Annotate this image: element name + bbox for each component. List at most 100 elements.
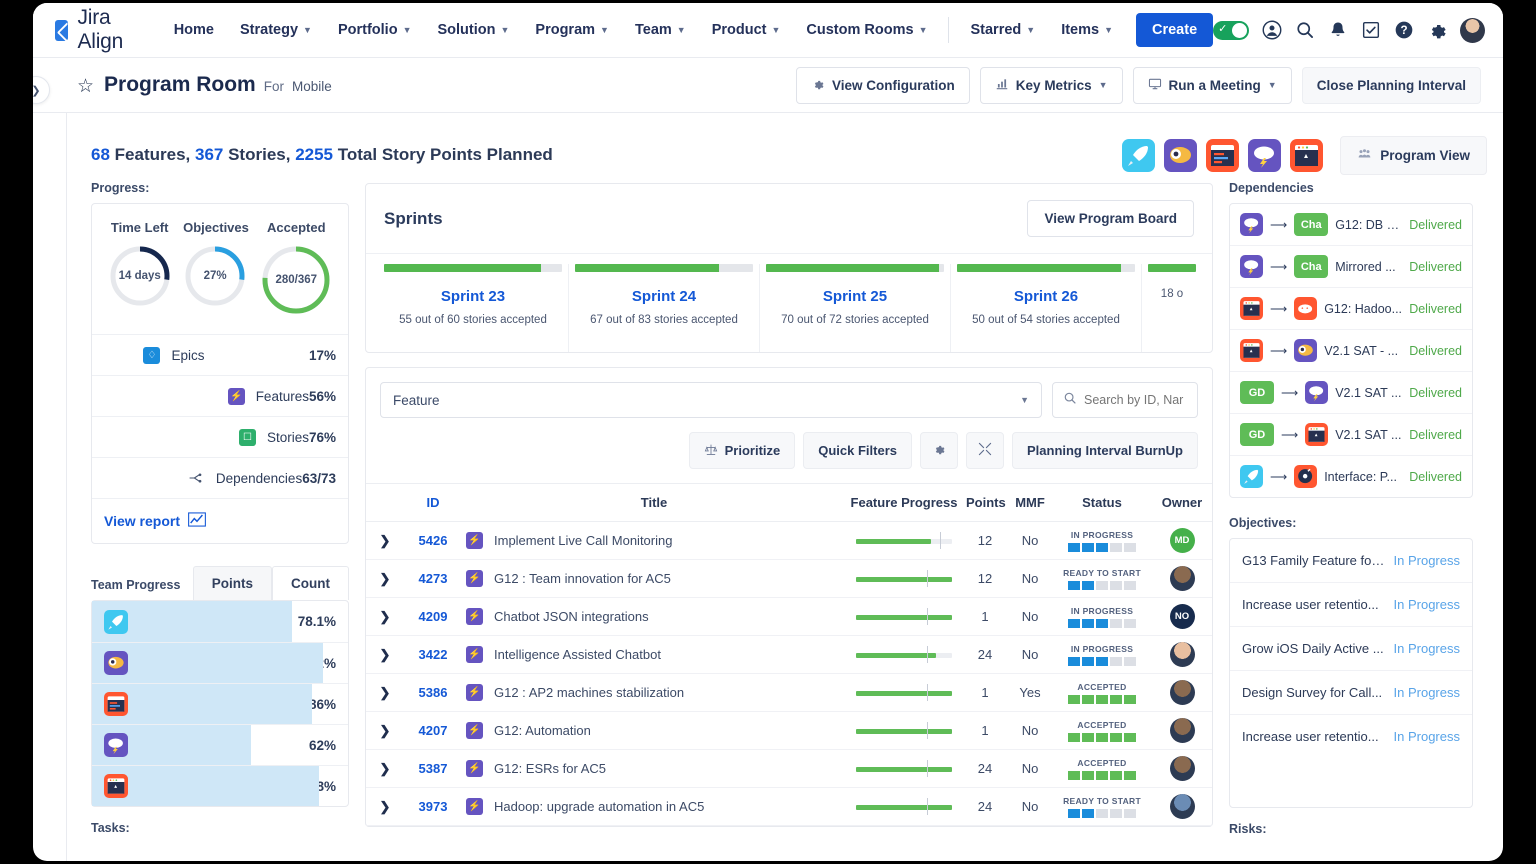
expand-cell[interactable]: ❯	[366, 597, 404, 636]
nav-item-team[interactable]: Team ▼	[622, 16, 699, 44]
table-row[interactable]: ❯ 3422 ⚡ Intelligence Assisted Chatbot 2…	[366, 635, 1212, 674]
view-report-link[interactable]: View report	[92, 498, 348, 543]
nav-item-program[interactable]: Program ▼	[522, 16, 622, 44]
jira-align-logo[interactable]: Jira Align	[55, 6, 131, 54]
help-icon[interactable]: ?	[1394, 20, 1414, 40]
chevron-right-icon[interactable]: ❯	[380, 799, 391, 814]
chevron-right-icon[interactable]: ❯	[380, 571, 391, 586]
col-status[interactable]: Status	[1052, 483, 1152, 522]
avatar[interactable]: NO	[1169, 604, 1195, 629]
objective-row[interactable]: Increase user retentio... In Progress	[1230, 583, 1472, 627]
table-row[interactable]: ❯ 5426 ⚡ Implement Live Call Monitoring …	[366, 521, 1212, 560]
col-feature-progress[interactable]: Feature Progress	[846, 483, 962, 522]
chevron-right-icon[interactable]: ❯	[380, 647, 391, 662]
dependency-name[interactable]: G12: Hadoo...	[1324, 302, 1402, 316]
team-row-cowboys[interactable]: Cowboys 78.1%	[92, 601, 348, 642]
nav-item-product[interactable]: Product ▼	[699, 16, 794, 44]
favorite-star-icon[interactable]: ☆	[77, 75, 94, 98]
chevron-right-icon[interactable]: ❯	[380, 533, 391, 548]
expand-cell[interactable]: ❯	[366, 521, 404, 560]
dependency-name[interactable]: G12: DB c...	[1335, 218, 1402, 232]
id-cell[interactable]: 5387	[404, 749, 462, 788]
search-input[interactable]	[1084, 393, 1187, 407]
feature-id-link[interactable]: 4207	[419, 723, 448, 738]
col-id[interactable]: ID	[404, 483, 462, 522]
dependency-name[interactable]: V2.1 SAT ...	[1335, 386, 1402, 400]
progress-row-dependencies[interactable]: Dependencies 63/73	[92, 457, 348, 498]
sprint-card-next[interactable]: 18 o ☆	[1142, 264, 1202, 352]
progress-row-features[interactable]: ⚡ Features 56%	[92, 375, 348, 416]
avatar[interactable]	[1169, 566, 1195, 591]
feature-title[interactable]: Implement Live Call Monitoring	[494, 533, 672, 548]
objective-row[interactable]: Grow iOS Daily Active ... In Progress	[1230, 627, 1472, 671]
id-cell[interactable]: 4273	[404, 559, 462, 598]
feature-title[interactable]: G12 : Team innovation for AC5	[494, 571, 671, 586]
feature-title[interactable]: Chatbot JSON integrations	[494, 609, 649, 624]
rocket-team-icon[interactable]	[1122, 138, 1156, 172]
feature-title[interactable]: G12 : AP2 machines stabilization	[494, 685, 684, 700]
prioritize-button[interactable]: Prioritize	[688, 432, 796, 469]
objective-row[interactable]: Design Survey for Call... In Progress	[1230, 671, 1472, 715]
view-configuration-button[interactable]: View Configuration	[796, 66, 970, 104]
sprint-card-23[interactable]: Sprint 23 55 out of 60 stories accepted	[378, 264, 569, 352]
col-title[interactable]: Title	[462, 483, 846, 522]
key-metrics-button[interactable]: Key Metrics ▼	[979, 66, 1123, 104]
feature-id-link[interactable]: 3422	[419, 647, 448, 662]
feature-title[interactable]: Intelligence Assisted Chatbot	[494, 647, 661, 662]
feature-id-link[interactable]: 5387	[419, 761, 448, 776]
feature-id-link[interactable]: 4273	[419, 571, 448, 586]
progress-row-stories[interactable]: ☐ Stories 76%	[92, 416, 348, 457]
sprint-card-26[interactable]: Sprint 26 50 out of 54 stories accepted …	[951, 264, 1142, 352]
team-row-tiger[interactable]: Tiger 88.8%	[92, 765, 348, 806]
avatar[interactable]: MD	[1169, 528, 1195, 553]
id-cell[interactable]: 5426	[404, 521, 462, 560]
table-row[interactable]: ❯ 5386 ⚡ G12 : AP2 machines stabilizatio…	[366, 673, 1212, 712]
tab-count[interactable]: Count	[272, 566, 349, 600]
account-circle-icon[interactable]	[1262, 20, 1282, 40]
feature-title[interactable]: Hadoop: upgrade automation in AC5	[494, 799, 704, 814]
col-points[interactable]: Points	[962, 483, 1008, 522]
sprint-name[interactable]: Sprint 26	[957, 288, 1135, 305]
browser-team-icon[interactable]	[1206, 138, 1240, 172]
col-mmf[interactable]: MMF	[1008, 483, 1052, 522]
nav-item-solution[interactable]: Solution ▼	[424, 16, 522, 44]
item-type-select[interactable]: Feature ▼	[380, 382, 1042, 418]
planning-interval-burnup-button[interactable]: Planning Interval BurnUp	[1011, 432, 1198, 469]
objective-name[interactable]: G13 Family Feature for...	[1242, 553, 1386, 568]
dependency-row[interactable]: GD ⟶ V2.1 SAT ... Delivered	[1230, 372, 1472, 414]
program-view-button[interactable]: Program View	[1340, 135, 1487, 175]
nav-item-portfolio[interactable]: Portfolio ▼	[325, 16, 425, 44]
expand-cell[interactable]: ❯	[366, 673, 404, 712]
objective-name[interactable]: Increase user retentio...	[1242, 729, 1386, 744]
storm-team-icon[interactable]	[1248, 138, 1282, 172]
dependency-row[interactable]: ⟶ Cha Mirrored ... Delivered	[1230, 246, 1472, 288]
feature-id-link[interactable]: 5386	[419, 685, 448, 700]
id-cell[interactable]: 3422	[404, 635, 462, 674]
create-button[interactable]: Create	[1136, 13, 1214, 47]
avatar[interactable]	[1169, 756, 1195, 781]
team-row-houston[interactable]: Houston 62%	[92, 724, 348, 765]
user-avatar[interactable]	[1460, 17, 1486, 43]
dependency-row[interactable]: ⟶ Cha G12: DB c... Delivered	[1230, 204, 1472, 246]
dependency-name[interactable]: V2.1 SAT ...	[1335, 428, 1402, 442]
expand-cell[interactable]: ❯	[366, 559, 404, 598]
team-row-washington[interactable]: Washington 90.2%	[92, 642, 348, 683]
expand-cell[interactable]: ❯	[366, 787, 404, 826]
view-program-board-button[interactable]: View Program Board	[1027, 200, 1194, 237]
feature-title[interactable]: G12: Automation	[494, 723, 591, 738]
dependency-name[interactable]: V2.1 SAT - ...	[1324, 344, 1402, 358]
search-box[interactable]	[1052, 382, 1198, 418]
feature-title[interactable]: G12: ESRs for AC5	[494, 761, 606, 776]
chevron-right-icon[interactable]: ❯	[380, 685, 391, 700]
chevron-right-icon[interactable]: ❯	[380, 761, 391, 776]
dependency-row[interactable]: ⟶ Interface: P... Delivered	[1230, 456, 1472, 497]
sprint-card-24[interactable]: Sprint 24 67 out of 83 stories accepted …	[569, 264, 760, 352]
sprint-name[interactable]: Sprint 24	[575, 288, 753, 305]
table-row[interactable]: ❯ 4207 ⚡ G12: Automation 1 No ACCEPTED	[366, 711, 1212, 750]
table-settings-button[interactable]	[919, 432, 958, 469]
nav-item-starred[interactable]: Starred ▼	[957, 16, 1048, 44]
settings-gear-icon[interactable]	[1427, 20, 1447, 40]
nav-item-strategy[interactable]: Strategy ▼	[227, 16, 325, 44]
sprint-card-25[interactable]: Sprint 25 70 out of 72 stories accepted	[760, 264, 951, 352]
toggle-switch-on[interactable]	[1213, 20, 1250, 40]
